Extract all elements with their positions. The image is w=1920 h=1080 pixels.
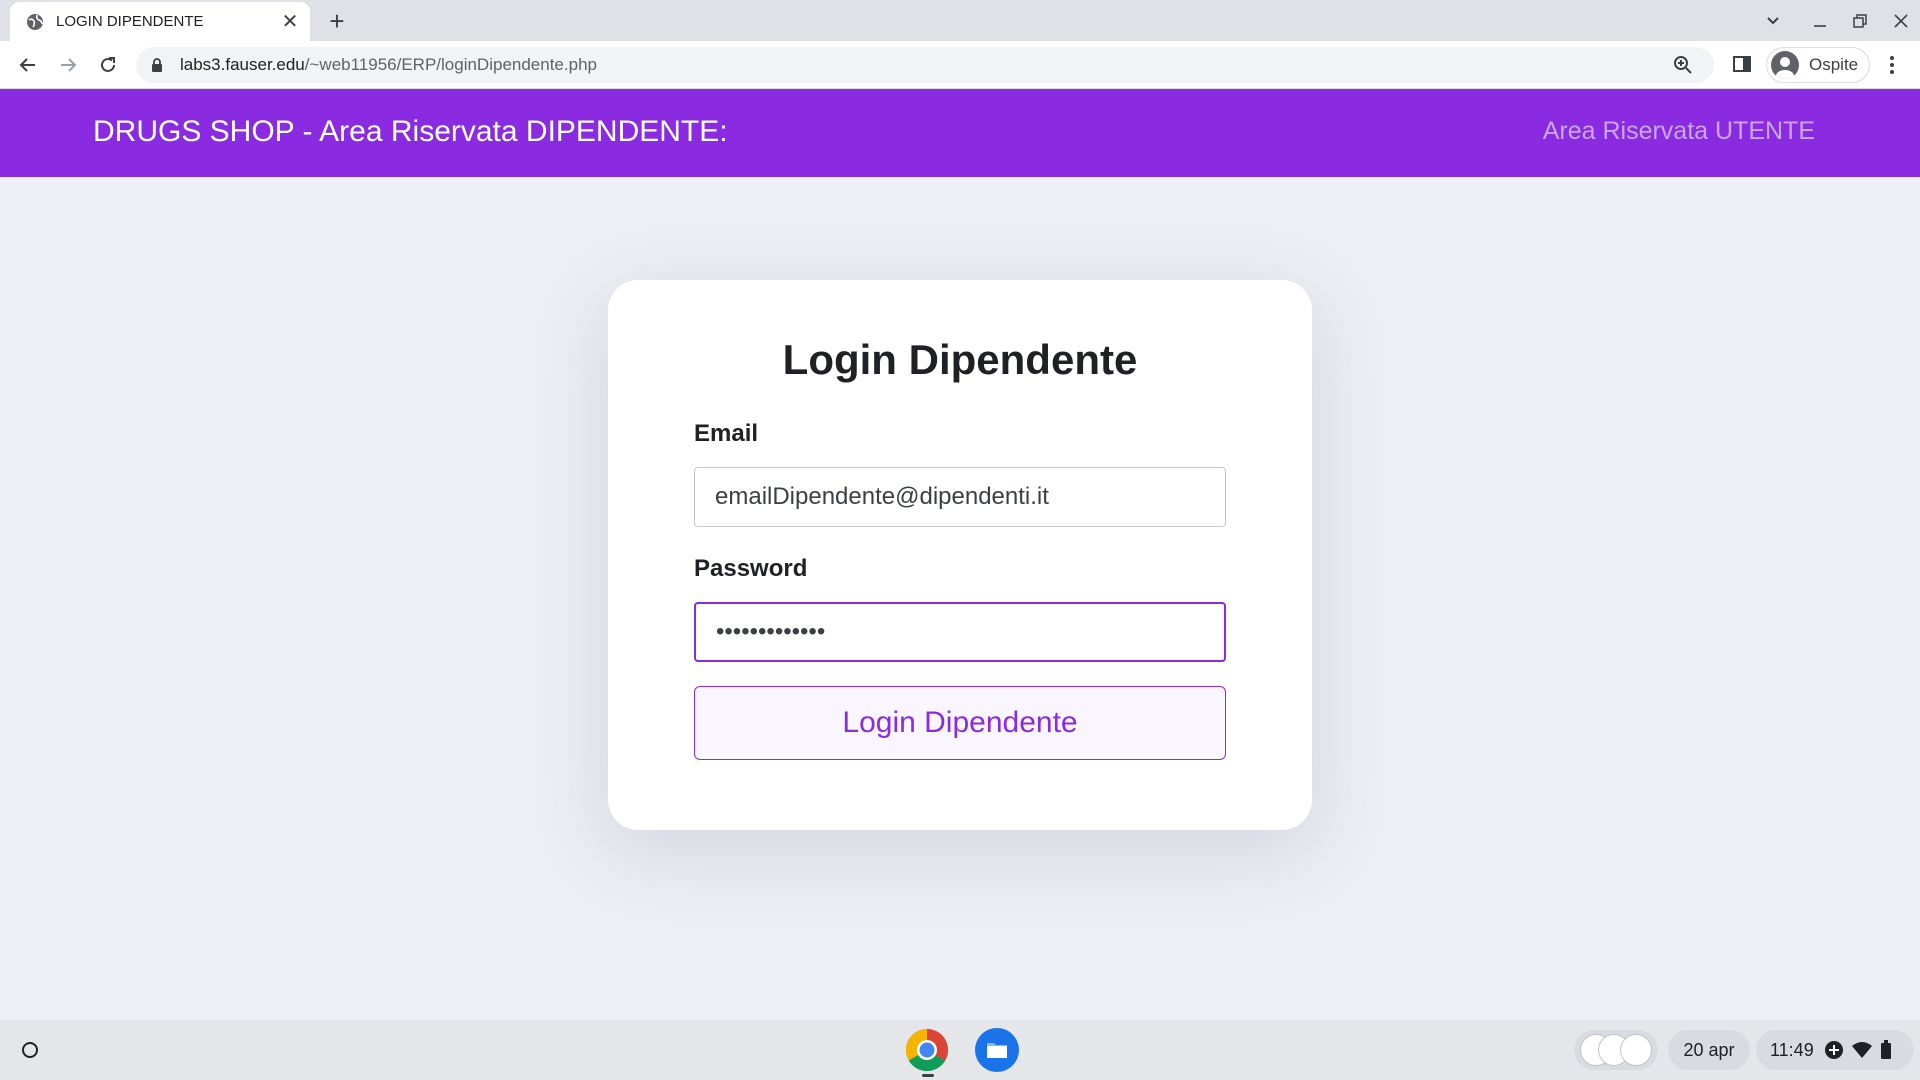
back-icon[interactable] <box>14 51 42 79</box>
chrome-active-indicator <box>922 1074 934 1077</box>
tab-search-icon[interactable] <box>1760 8 1786 34</box>
date-pill[interactable]: 20 apr <box>1668 1030 1750 1070</box>
minimize-icon[interactable] <box>1807 8 1833 34</box>
wifi-icon <box>1851 1041 1872 1059</box>
zoom-icon[interactable] <box>1672 54 1694 76</box>
files-icon[interactable] <box>975 1028 1019 1072</box>
password-field[interactable]: ••••••••••••• <box>694 602 1226 662</box>
tab-strip: LOGIN DIPENDENTE ✕ + <box>0 0 1920 41</box>
tab-title: LOGIN DIPENDENTE <box>56 13 204 30</box>
profile-button[interactable]: Ospite <box>1766 47 1870 83</box>
browser-tab[interactable]: LOGIN DIPENDENTE ✕ <box>10 2 310 41</box>
more-menu-icon[interactable] <box>1878 51 1906 79</box>
email-label: Email <box>694 420 759 447</box>
battery-icon <box>1880 1040 1892 1060</box>
url-text: labs3.fauser.edu/~web11956/ERP/loginDipe… <box>180 55 597 74</box>
reload-icon[interactable] <box>94 51 122 79</box>
user-area-link[interactable]: Area Riservata UTENTE <box>1543 117 1815 146</box>
restore-icon[interactable] <box>1847 8 1873 34</box>
side-panel-icon[interactable] <box>1732 54 1754 76</box>
chrome-icon[interactable] <box>905 1028 949 1072</box>
login-button[interactable]: Login Dipendente <box>694 686 1226 760</box>
thumbnail-image <box>1620 1034 1652 1066</box>
new-tab-button[interactable]: + <box>322 6 352 36</box>
address-bar[interactable]: labs3.fauser.edu/~web11956/ERP/loginDipe… <box>136 47 1714 83</box>
login-title: Login Dipendente <box>782 336 1138 383</box>
login-card: Login Dipendente Email emailDipendente@d… <box>608 280 1312 830</box>
os-shelf: 20 apr 11:49 <box>0 1020 1920 1080</box>
avatar-icon <box>1771 51 1799 79</box>
email-field[interactable]: emailDipendente@dipendenti.it <box>694 467 1226 527</box>
clock-time: 11:49 <box>1770 1039 1814 1060</box>
globe-icon <box>26 13 44 31</box>
holding-space-thumbnails[interactable] <box>1574 1030 1658 1070</box>
status-area[interactable]: 11:49 <box>1756 1030 1914 1070</box>
close-tab-icon[interactable]: ✕ <box>276 8 304 36</box>
lock-icon[interactable] <box>150 57 164 73</box>
password-label: Password <box>694 555 808 582</box>
close-window-icon[interactable] <box>1888 8 1914 34</box>
site-header: DRUGS SHOP - Area Riservata DIPENDENTE: … <box>0 89 1920 177</box>
site-title: DRUGS SHOP - Area Riservata DIPENDENTE: <box>93 115 728 148</box>
profile-name: Ospite <box>1809 55 1859 74</box>
forward-icon[interactable] <box>54 51 82 79</box>
add-circle-icon <box>1824 1040 1844 1060</box>
browser-toolbar: labs3.fauser.edu/~web11956/ERP/loginDipe… <box>0 41 1920 89</box>
launcher-icon[interactable] <box>10 1030 50 1070</box>
